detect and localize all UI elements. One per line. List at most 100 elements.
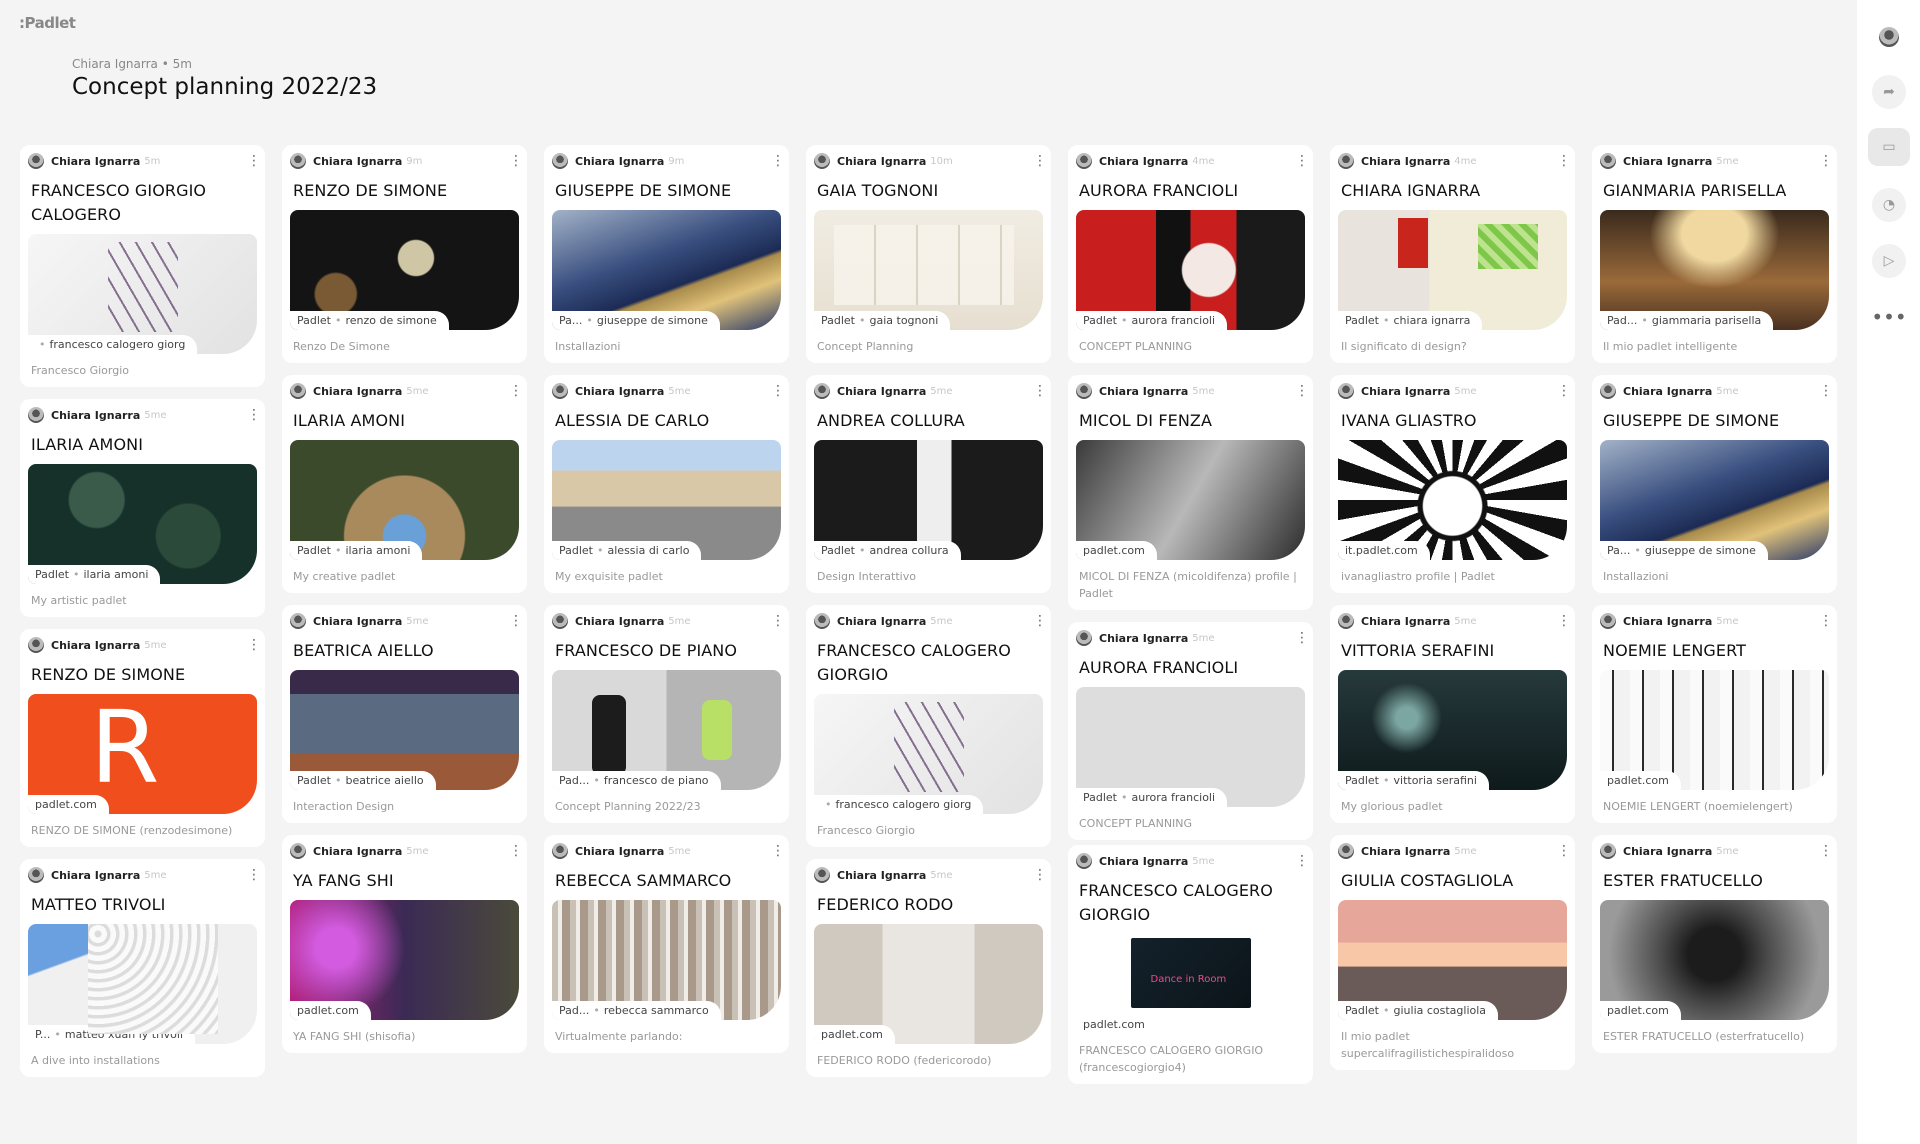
more-options-icon[interactable]: ⋮ [509, 154, 523, 168]
more-options-icon[interactable]: ⋮ [509, 384, 523, 398]
post-card[interactable]: Chiara Ignarra 5me ⋮ IVANA GLIASTRO it.p… [1330, 375, 1575, 593]
post-card[interactable]: Chiara Ignarra 4me ⋮ CHIARA IGNARRA Padl… [1330, 145, 1575, 363]
post-thumbnail[interactable]: Dance in Room padlet.com [1076, 934, 1305, 1034]
avatar [814, 613, 830, 629]
post-card[interactable]: Chiara Ignarra 9m ⋮ RENZO DE SIMONE Padl… [282, 145, 527, 363]
post-thumbnail[interactable]: Padlet • aurora francioli [1076, 687, 1305, 807]
more-options-icon[interactable]: ⋮ [1033, 868, 1047, 882]
post-card[interactable]: Chiara Ignarra 5me ⋮ REBECCA SAMMARCO Pa… [544, 835, 789, 1053]
post-thumbnail[interactable]: • francesco calogero giorg [814, 694, 1043, 814]
post-thumbnail[interactable]: Padlet • ilaria amoni [290, 440, 519, 560]
more-options-icon[interactable]: ⋮ [1295, 384, 1309, 398]
post-card[interactable]: Chiara Ignarra 5m ⋮ FRANCESCO GIORGIO CA… [20, 145, 265, 387]
post-thumbnail[interactable]: Padlet • alessia di carlo [552, 440, 781, 560]
more-options-icon[interactable]: ⋮ [1295, 154, 1309, 168]
more-options-icon[interactable]: ⋮ [1033, 154, 1047, 168]
post-card[interactable]: Chiara Ignarra 5me ⋮ FRANCESCO CALOGERO … [806, 605, 1051, 847]
more-options-icon[interactable]: ⋮ [771, 614, 785, 628]
post-thumbnail[interactable]: P... • matteo xuan ly trivoli [28, 924, 257, 1044]
post-thumbnail[interactable]: Pad... • francesco de piano [552, 670, 781, 790]
post-thumbnail[interactable]: Padlet • chiara ignarra [1338, 210, 1567, 330]
post-card[interactable]: Chiara Ignarra 10m ⋮ GAIA TOGNONI Padlet… [806, 145, 1051, 363]
more-options-icon[interactable]: ⋮ [247, 868, 261, 882]
more-options-icon[interactable]: ⋮ [1295, 854, 1309, 868]
post-thumbnail[interactable]: padlet.com [1600, 670, 1829, 790]
post-thumbnail[interactable]: padlet.com [814, 924, 1043, 1044]
post-card[interactable]: Chiara Ignarra 5me ⋮ FRANCESCO DE PIANO … [544, 605, 789, 823]
post-thumbnail[interactable]: Padlet • ilaria amoni [28, 464, 257, 584]
more-options-icon[interactable]: ⋮ [247, 638, 261, 652]
post-thumbnail[interactable]: R padlet.com [28, 694, 257, 814]
more-options-icon[interactable]: ⋮ [1033, 614, 1047, 628]
share-button[interactable]: ➦ [1872, 75, 1906, 109]
more-options-icon[interactable]: ⋮ [771, 154, 785, 168]
link-badge: Padlet • aurora francioli [1076, 788, 1228, 807]
comments-button[interactable]: ▭ [1868, 128, 1910, 166]
link-badge: Pad... • rebecca sammarco [552, 1001, 721, 1020]
post-thumbnail[interactable]: Padlet • giulia costagliola [1338, 900, 1567, 1020]
post-card[interactable]: Chiara Ignarra 5me ⋮ FEDERICO RODO padle… [806, 859, 1051, 1077]
padlet-logo[interactable]: :Padlet [19, 14, 76, 32]
slideshow-button[interactable]: ▷ [1872, 244, 1906, 278]
right-toolbar: ➦ ▭ ◔ ▷ ••• [1857, 0, 1920, 1144]
post-card[interactable]: Chiara Ignarra 5me ⋮ MATTEO TRIVOLI P...… [20, 859, 265, 1077]
post-thumbnail[interactable]: Padlet • beatrice aiello [290, 670, 519, 790]
post-thumbnail[interactable]: Pa... • giuseppe de simone [552, 210, 781, 330]
more-options-icon[interactable]: ⋮ [1819, 384, 1833, 398]
more-options-icon[interactable]: ⋮ [247, 408, 261, 422]
more-options-icon[interactable]: ⋮ [1819, 154, 1833, 168]
post-card[interactable]: Chiara Ignarra 5me ⋮ YA FANG SHI padlet.… [282, 835, 527, 1053]
post-card[interactable]: Chiara Ignarra 5me ⋮ GIANMARIA PARISELLA… [1592, 145, 1837, 363]
more-options-icon[interactable]: ⋮ [1033, 384, 1047, 398]
post-card[interactable]: Chiara Ignarra 5me ⋮ NOEMIE LENGERT padl… [1592, 605, 1837, 823]
post-card[interactable]: Chiara Ignarra 5me ⋮ RENZO DE SIMONE R p… [20, 629, 265, 847]
more-options-icon[interactable]: ⋮ [1295, 631, 1309, 645]
post-thumbnail[interactable]: it.padlet.com [1338, 440, 1567, 560]
post-title: GIUSEPPE DE SIMONE [555, 181, 732, 200]
post-caption: Installazioni [555, 340, 621, 353]
post-card[interactable]: Chiara Ignarra 5me ⋮ ILARIA AMONI Padlet… [282, 375, 527, 593]
post-card[interactable]: Chiara Ignarra 5me ⋮ ESTER FRATUCELLO pa… [1592, 835, 1837, 1053]
more-options-icon[interactable]: ⋮ [1819, 614, 1833, 628]
post-card[interactable]: Chiara Ignarra 5me ⋮ GIUSEPPE DE SIMONE … [1592, 375, 1837, 593]
post-card[interactable]: Chiara Ignarra 5me ⋮ AURORA FRANCIOLI Pa… [1068, 622, 1313, 840]
notifications-button[interactable]: ◔ [1872, 188, 1906, 222]
more-options-icon[interactable]: ⋮ [509, 614, 523, 628]
post-title: ESTER FRATUCELLO [1603, 871, 1763, 890]
post-thumbnail[interactable]: Pad... • rebecca sammarco [552, 900, 781, 1020]
post-card[interactable]: Chiara Ignarra 5me ⋮ ALESSIA DE CARLO Pa… [544, 375, 789, 593]
post-title: AURORA FRANCIOLI [1079, 181, 1239, 200]
more-options-icon[interactable]: ⋮ [1557, 614, 1571, 628]
post-thumbnail[interactable]: Padlet • renzo de simone [290, 210, 519, 330]
post-thumbnail[interactable]: Padlet • andrea collura [814, 440, 1043, 560]
post-card[interactable]: Chiara Ignarra 5me ⋮ VITTORIA SERAFINI P… [1330, 605, 1575, 823]
post-thumbnail[interactable]: Padlet • vittoria serafini [1338, 670, 1567, 790]
more-options-icon[interactable]: ⋮ [1557, 844, 1571, 858]
post-thumbnail[interactable]: padlet.com [1076, 440, 1305, 560]
account-avatar[interactable] [1872, 20, 1906, 54]
more-options-icon[interactable]: ⋮ [1819, 844, 1833, 858]
more-button[interactable]: ••• [1871, 300, 1906, 334]
more-options-icon[interactable]: ⋮ [771, 384, 785, 398]
post-thumbnail[interactable]: padlet.com [1600, 900, 1829, 1020]
post-card[interactable]: Chiara Ignarra 5me ⋮ MICOL DI FENZA padl… [1068, 375, 1313, 610]
post-thumbnail[interactable]: Pad... • giammaria parisella [1600, 210, 1829, 330]
post-card[interactable]: Chiara Ignarra 5me ⋮ GIULIA COSTAGLIOLA … [1330, 835, 1575, 1070]
more-options-icon[interactable]: ⋮ [1557, 154, 1571, 168]
post-card[interactable]: Chiara Ignarra 9m ⋮ GIUSEPPE DE SIMONE P… [544, 145, 789, 363]
post-thumbnail[interactable]: padlet.com [290, 900, 519, 1020]
more-options-icon[interactable]: ⋮ [1557, 384, 1571, 398]
post-thumbnail[interactable]: Padlet • gaia tognoni [814, 210, 1043, 330]
more-options-icon[interactable]: ⋮ [771, 844, 785, 858]
more-options-icon[interactable]: ⋮ [509, 844, 523, 858]
post-card[interactable]: Chiara Ignarra 4me ⋮ AURORA FRANCIOLI Pa… [1068, 145, 1313, 363]
post-card[interactable]: Chiara Ignarra 5me ⋮ ILARIA AMONI Padlet… [20, 399, 265, 617]
post-thumbnail[interactable]: • francesco calogero giorg [28, 234, 257, 354]
post-thumbnail[interactable]: Padlet • aurora francioli [1076, 210, 1305, 330]
post-card[interactable]: Chiara Ignarra 5me ⋮ BEATRICA AIELLO Pad… [282, 605, 527, 823]
post-thumbnail[interactable]: Pa... • giuseppe de simone [1600, 440, 1829, 560]
post-card[interactable]: Chiara Ignarra 5me ⋮ ANDREA COLLURA Padl… [806, 375, 1051, 593]
post-card[interactable]: Chiara Ignarra 5me ⋮ FRANCESCO CALOGERO … [1068, 845, 1313, 1084]
card-header: Chiara Ignarra 5m ⋮ [28, 153, 261, 169]
more-options-icon[interactable]: ⋮ [247, 154, 261, 168]
